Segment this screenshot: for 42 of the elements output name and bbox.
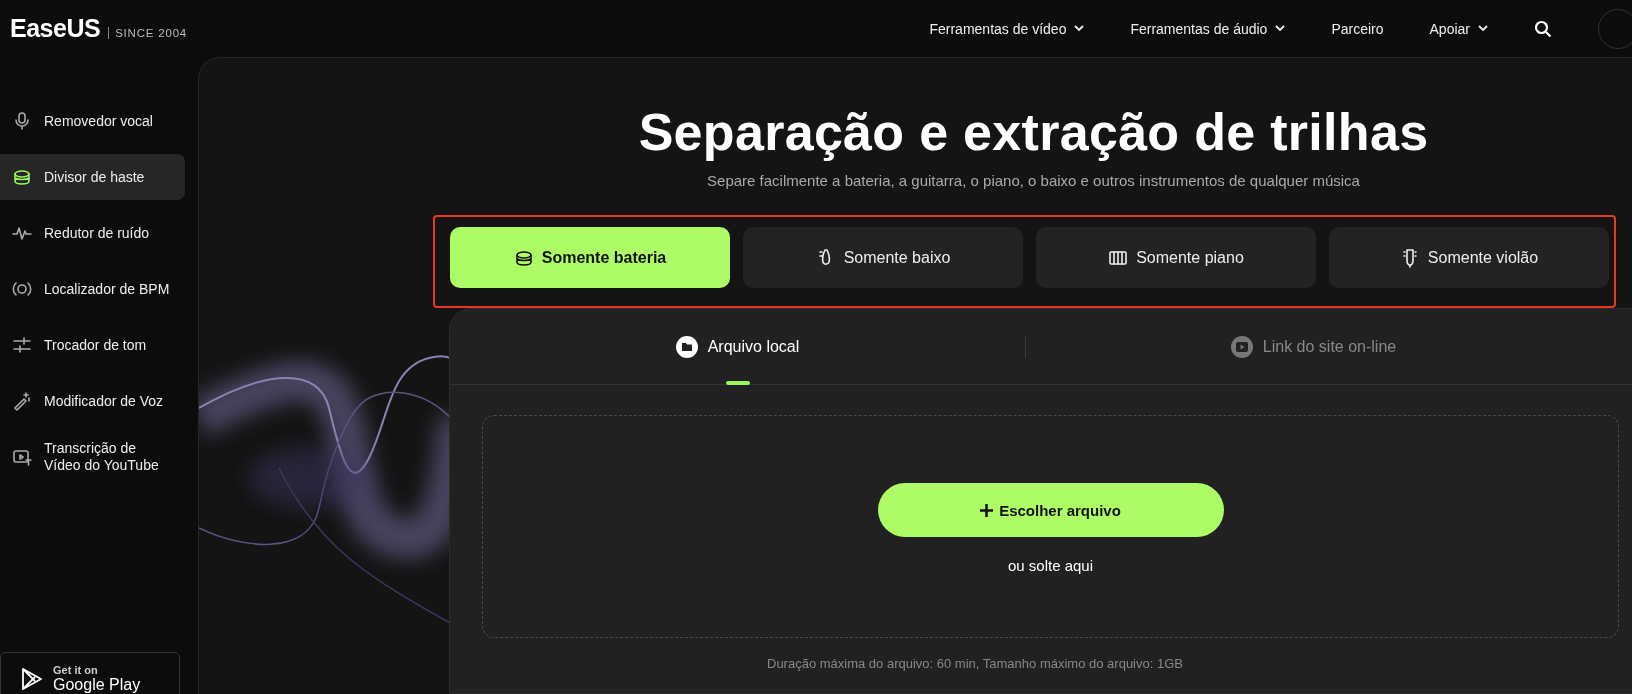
mode-tab[interactable]: Somente violão xyxy=(1329,227,1609,288)
folder-icon xyxy=(675,335,698,358)
drum-icon xyxy=(12,167,32,187)
nav-link[interactable]: Ferramentas de áudio xyxy=(1130,20,1286,37)
source-tab[interactable]: Arquivo local xyxy=(450,309,1025,384)
nav-link[interactable]: Ferramentas de vídeo xyxy=(929,20,1085,37)
video-icon xyxy=(12,447,32,467)
sidebar-item[interactable]: Removedor vocal xyxy=(0,98,185,144)
badge-title: Google Play xyxy=(53,676,141,694)
mode-tab[interactable]: Somente bateria xyxy=(450,227,730,288)
drop-hint: ou solte aqui xyxy=(1007,557,1094,574)
mode-tab[interactable]: Somente baixo xyxy=(743,227,1023,288)
page-title: Separação e extração de trilhas xyxy=(638,102,1429,162)
magic-wand-icon xyxy=(12,391,32,411)
file-limits-note: Duração máxima do arquivo: 60 min, Tamanho máximo do arquivo: 1GB xyxy=(766,656,1183,671)
microphone-icon xyxy=(12,111,32,131)
logo[interactable]: EaseUS xyxy=(10,14,101,43)
sidebar-item[interactable]: Localizador de BPM xyxy=(0,266,185,312)
caret-icon xyxy=(1074,25,1085,32)
sidebar-item[interactable]: Trocador de tom xyxy=(0,322,185,368)
play-store-icon xyxy=(21,667,43,691)
nav-link[interactable]: Parceiro xyxy=(1331,20,1384,37)
nav-link[interactable]: Apoiar xyxy=(1429,20,1488,37)
sidebar-item[interactable]: Modificador de Voz xyxy=(0,378,185,424)
play-icon xyxy=(1230,335,1253,358)
sidebar-item[interactable]: Redutor de ruído xyxy=(0,210,185,256)
caret-icon xyxy=(1275,25,1286,32)
page-subtitle: Separe facilmente a bateria, a guitarra, o piano, o baixo e outros instrumentos de qualquer música xyxy=(707,172,1360,189)
sidebar-item[interactable]: Divisor de haste xyxy=(0,154,185,200)
mode-tab[interactable]: Somente piano xyxy=(1036,227,1316,288)
target-icon xyxy=(12,279,32,299)
badge-caption: Get it on xyxy=(53,664,99,676)
search-icon[interactable] xyxy=(1534,19,1552,38)
choose-file-button[interactable]: Escolher arquivo xyxy=(877,483,1224,537)
google-play-badge[interactable]: Get it on Google Play xyxy=(0,652,180,694)
sliders-icon xyxy=(12,335,32,355)
plus-icon xyxy=(980,503,994,517)
caret-icon xyxy=(1478,25,1488,32)
drop-zone[interactable]: Escolher arquivo ou solte aqui xyxy=(482,415,1619,638)
source-tab[interactable]: Link do site on-line xyxy=(1026,309,1601,384)
sidebar-item[interactable]: Transcrição de Vídeo do YouTube xyxy=(0,434,185,480)
logo-tagline: SINCE 2004 xyxy=(108,26,188,39)
